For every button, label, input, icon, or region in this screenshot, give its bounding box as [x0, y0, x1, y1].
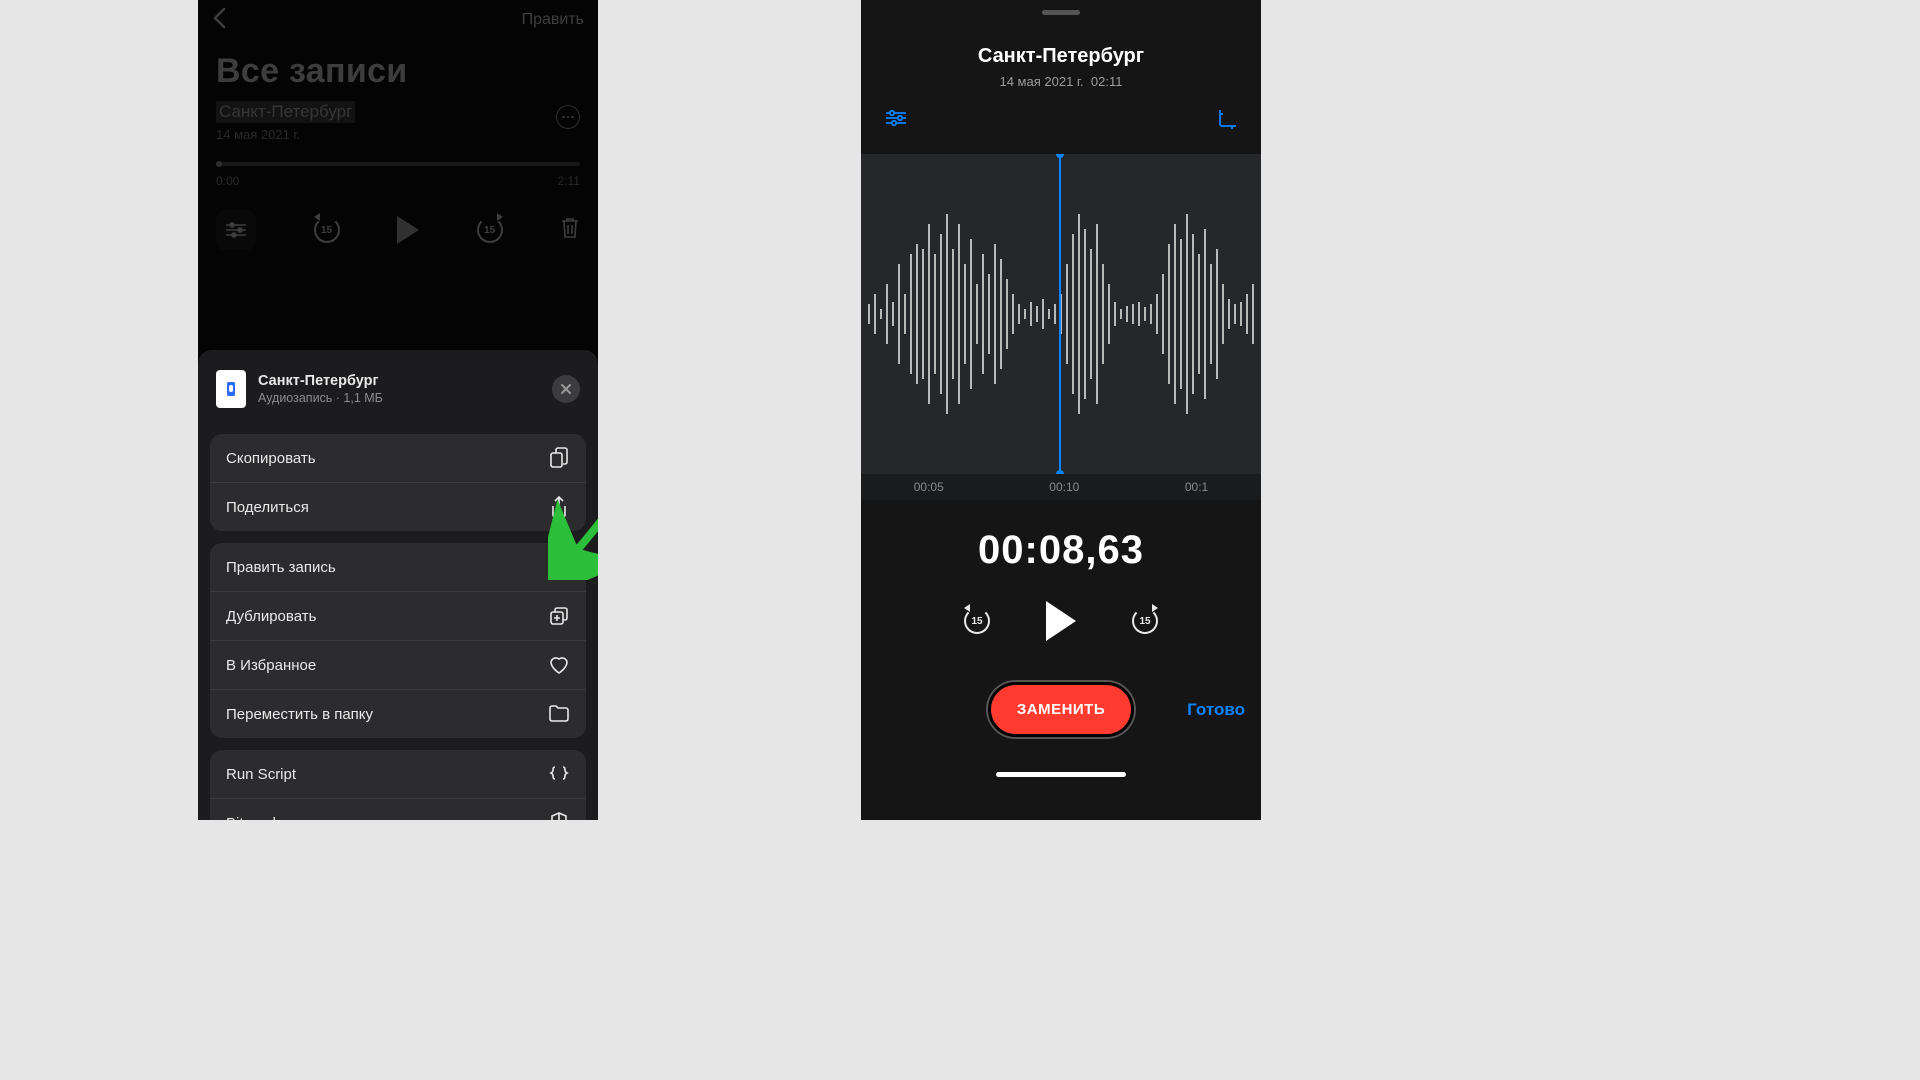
- copy-icon: [548, 447, 570, 469]
- share-icon: [548, 496, 570, 518]
- trim-icon[interactable]: [1217, 109, 1237, 134]
- nav-bar: Править: [198, 0, 598, 40]
- waveform-icon: [548, 556, 570, 578]
- duplicate-icon: [548, 605, 570, 627]
- options-icon[interactable]: [216, 210, 256, 250]
- folder-icon: [548, 703, 570, 725]
- more-button[interactable]: [556, 105, 580, 129]
- play-button[interactable]: [397, 216, 419, 244]
- page-title: Все записи: [198, 40, 598, 101]
- enhance-icon[interactable]: [885, 109, 907, 134]
- phone-voice-memos-list: Править Все записи Санкт-Петербург 14 ма…: [198, 0, 598, 820]
- action-edit-recording[interactable]: Править запись: [210, 543, 586, 591]
- player-controls: 15 15: [198, 188, 598, 272]
- waveform-display[interactable]: [861, 154, 1261, 474]
- action-sheet: Санкт-Петербург Аудиозапись · 1,1 МБ Ско…: [198, 350, 598, 820]
- playhead[interactable]: [1059, 154, 1061, 474]
- time-end: 2:11: [558, 174, 580, 188]
- time-start: 0:00: [216, 174, 239, 188]
- action-share[interactable]: Поделиться: [210, 482, 586, 531]
- sheet-handle[interactable]: [1042, 10, 1080, 15]
- scrubber[interactable]: [216, 162, 580, 166]
- action-bitwarden[interactable]: Bitwarden: [210, 798, 586, 820]
- edit-button[interactable]: Править: [522, 11, 584, 29]
- done-button[interactable]: Готово: [1187, 700, 1245, 720]
- shield-icon: [548, 812, 570, 820]
- replace-button[interactable]: ЗАМЕНИТЬ: [991, 685, 1131, 734]
- file-thumbnail-icon: [216, 370, 246, 408]
- braces-icon: [548, 763, 570, 785]
- action-favorite[interactable]: В Избранное: [210, 640, 586, 689]
- action-run-script[interactable]: Run Script: [210, 750, 586, 798]
- rewind-15-button[interactable]: 15: [962, 606, 992, 636]
- play-button[interactable]: [1046, 601, 1076, 641]
- trash-icon[interactable]: [560, 216, 580, 245]
- action-move-folder[interactable]: Переместить в папку: [210, 689, 586, 738]
- forward-15-button[interactable]: 15: [1130, 606, 1160, 636]
- back-button[interactable]: [212, 7, 226, 34]
- edit-title: Санкт-Петербург: [861, 45, 1261, 68]
- edit-controls: 15 15: [861, 601, 1261, 641]
- time-ruler: 00:05 00:10 00:1: [861, 474, 1261, 500]
- recording-title: Санкт-Петербург: [216, 101, 355, 123]
- recording-date: 14 мая 2021 г.: [216, 127, 580, 142]
- recording-item[interactable]: Санкт-Петербург 14 мая 2021 г.: [198, 101, 598, 152]
- forward-15-button[interactable]: 15: [475, 215, 505, 245]
- action-duplicate[interactable]: Дублировать: [210, 591, 586, 640]
- heart-icon: [548, 654, 570, 676]
- edit-subtitle: 14 мая 2021 г. 02:11: [861, 74, 1261, 89]
- close-button[interactable]: [552, 375, 580, 403]
- sheet-title: Санкт-Петербург: [258, 373, 383, 389]
- home-indicator[interactable]: [996, 772, 1126, 777]
- current-time: 00:08,63: [861, 528, 1261, 573]
- action-copy[interactable]: Скопировать: [210, 434, 586, 482]
- rewind-15-button[interactable]: 15: [312, 215, 342, 245]
- sheet-subtitle: Аудиозапись · 1,1 МБ: [258, 391, 383, 405]
- phone-voice-memos-edit: Санкт-Петербург 14 мая 2021 г. 02:11 00:…: [861, 0, 1261, 820]
